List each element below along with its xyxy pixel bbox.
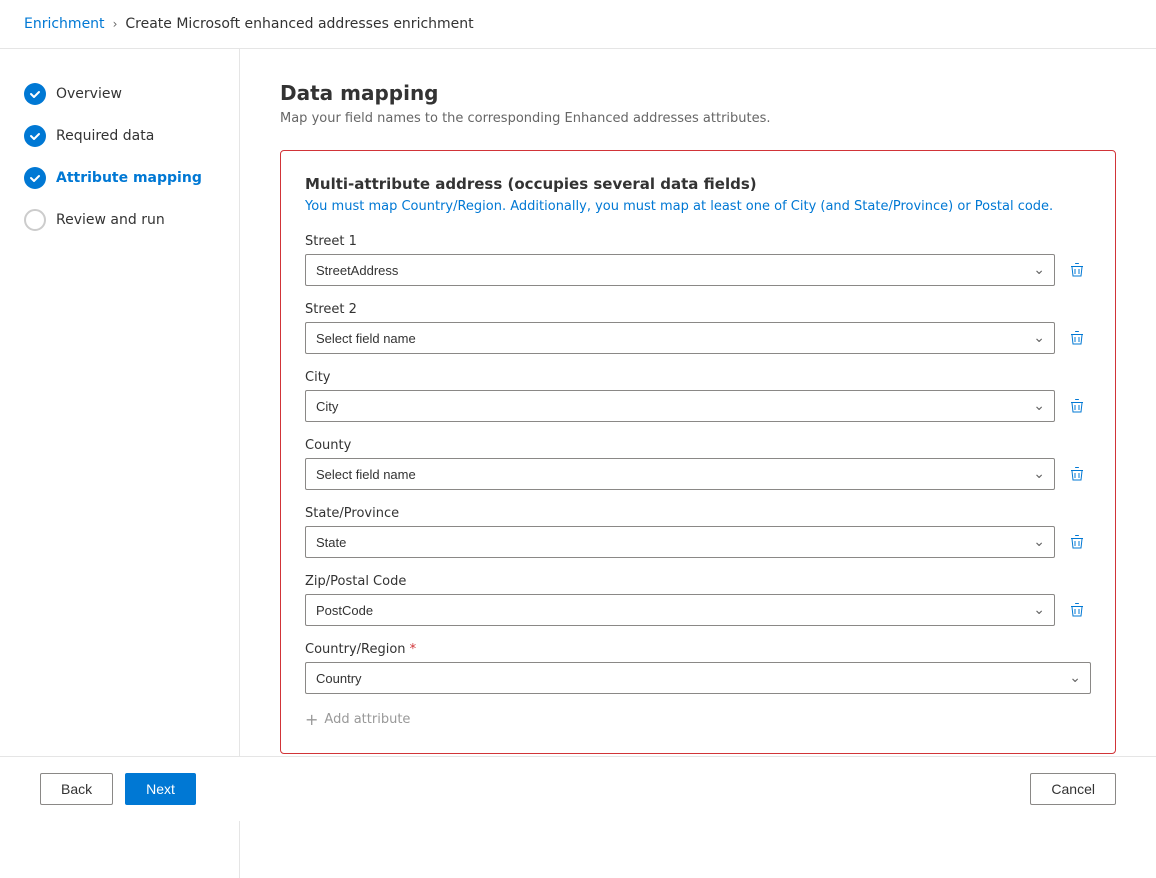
footer: Back Next Cancel (0, 756, 1156, 821)
select-zip[interactable]: PostCode Select field name (305, 594, 1055, 626)
delete-btn-street1[interactable] (1063, 256, 1091, 284)
field-input-row-street1: StreetAddress Select field name (305, 254, 1091, 286)
select-wrapper-zip: PostCode Select field name (305, 594, 1055, 626)
field-row-street1: Street 1 StreetAddress Select field name (305, 234, 1091, 286)
select-city[interactable]: City Select field name (305, 390, 1055, 422)
next-button[interactable]: Next (125, 773, 196, 805)
plus-icon: + (305, 710, 318, 729)
step-circle-required-data (24, 125, 46, 147)
field-label-country: Country/Region * (305, 642, 1091, 657)
field-row-street2: Street 2 Select field name (305, 302, 1091, 354)
add-attribute-link: + Add attribute (305, 710, 1091, 729)
delete-btn-city[interactable] (1063, 392, 1091, 420)
sidebar-item-review-run[interactable]: Review and run (0, 199, 239, 241)
field-row-zip: Zip/Postal Code PostCode Select field na… (305, 574, 1091, 626)
main-layout: Overview Required data Attribute mapping… (0, 49, 1156, 878)
back-button[interactable]: Back (40, 773, 113, 805)
delete-btn-state[interactable] (1063, 528, 1091, 556)
select-wrapper-state: State Select field name (305, 526, 1055, 558)
field-label-county: County (305, 438, 1091, 453)
field-row-county: County Select field name (305, 438, 1091, 490)
select-country[interactable]: Country Select field name (305, 662, 1091, 694)
field-input-row-city: City Select field name (305, 390, 1091, 422)
cancel-button[interactable]: Cancel (1030, 773, 1116, 805)
field-label-zip: Zip/Postal Code (305, 574, 1091, 589)
field-label-street2: Street 2 (305, 302, 1091, 317)
field-row-city: City City Select field name (305, 370, 1091, 422)
sidebar: Overview Required data Attribute mapping… (0, 49, 240, 878)
select-wrapper-country: Country Select field name (305, 662, 1091, 694)
field-input-row-street2: Select field name (305, 322, 1091, 354)
select-street1[interactable]: StreetAddress Select field name (305, 254, 1055, 286)
field-input-row-zip: PostCode Select field name (305, 594, 1091, 626)
sidebar-label-review-run: Review and run (56, 212, 165, 228)
field-label-city: City (305, 370, 1091, 385)
page-subtitle: Map your field names to the correspondin… (280, 111, 1116, 126)
sidebar-label-required-data: Required data (56, 128, 154, 144)
field-row-state: State/Province State Select field name (305, 506, 1091, 558)
card-title: Multi-attribute address (occupies severa… (305, 175, 1091, 193)
breadcrumb-current: Create Microsoft enhanced addresses enri… (125, 16, 473, 32)
field-row-country: Country/Region * Country Select field na… (305, 642, 1091, 694)
select-street2[interactable]: Select field name (305, 322, 1055, 354)
field-input-row-state: State Select field name (305, 526, 1091, 558)
field-label-street1: Street 1 (305, 234, 1091, 249)
mapping-card: Multi-attribute address (occupies severa… (280, 150, 1116, 754)
select-wrapper-street2: Select field name (305, 322, 1055, 354)
step-circle-review-run (24, 209, 46, 231)
field-input-row-county: Select field name (305, 458, 1091, 490)
sidebar-item-overview[interactable]: Overview (0, 73, 239, 115)
sidebar-label-attribute-mapping: Attribute mapping (56, 170, 202, 186)
select-wrapper-county: Select field name (305, 458, 1055, 490)
footer-left: Back Next (40, 773, 196, 805)
select-county[interactable]: Select field name (305, 458, 1055, 490)
select-wrapper-city: City Select field name (305, 390, 1055, 422)
sidebar-item-required-data[interactable]: Required data (0, 115, 239, 157)
breadcrumb: Enrichment › Create Microsoft enhanced a… (0, 0, 1156, 49)
field-input-row-country: Country Select field name (305, 662, 1091, 694)
field-label-state: State/Province (305, 506, 1091, 521)
sidebar-label-overview: Overview (56, 86, 122, 102)
breadcrumb-separator: › (113, 17, 118, 31)
delete-btn-zip[interactable] (1063, 596, 1091, 624)
step-circle-overview (24, 83, 46, 105)
select-state[interactable]: State Select field name (305, 526, 1055, 558)
sidebar-item-attribute-mapping[interactable]: Attribute mapping (0, 157, 239, 199)
select-wrapper-street1: StreetAddress Select field name (305, 254, 1055, 286)
content-area: Data mapping Map your field names to the… (240, 49, 1156, 878)
step-circle-attribute-mapping (24, 167, 46, 189)
page-title: Data mapping (280, 81, 1116, 105)
breadcrumb-link[interactable]: Enrichment (24, 16, 105, 32)
delete-btn-street2[interactable] (1063, 324, 1091, 352)
add-attribute-label: Add attribute (324, 712, 410, 727)
delete-btn-county[interactable] (1063, 460, 1091, 488)
card-description: You must map Country/Region. Additionall… (305, 199, 1091, 214)
